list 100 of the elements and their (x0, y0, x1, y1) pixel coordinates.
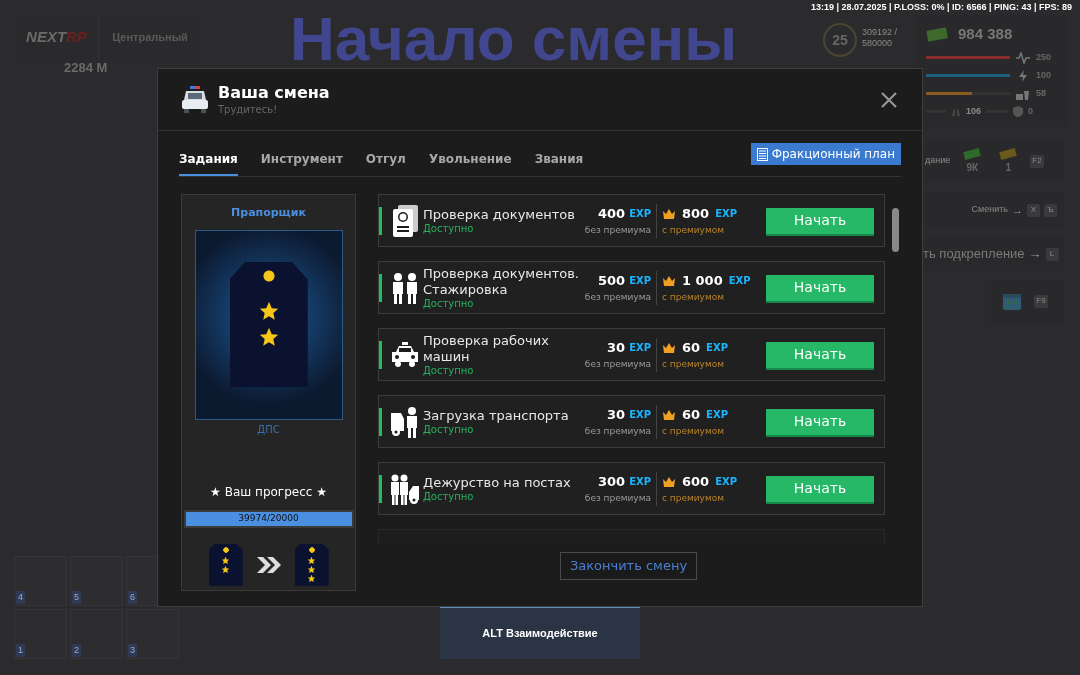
crown-icon (662, 475, 676, 488)
shield-icon (1013, 106, 1024, 117)
arrow-icon: → (1028, 244, 1042, 264)
exp-value: 300 (598, 473, 626, 491)
exp-tag: EXP (715, 206, 737, 222)
tab[interactable]: Звания (534, 143, 584, 176)
exp-tag: EXP (706, 340, 728, 356)
premium-exp-value: 1 000 (682, 272, 723, 290)
stat-value: 100 (1036, 68, 1052, 82)
premium-note: с премиумом (662, 290, 724, 304)
crown-icon (662, 207, 676, 220)
task-title: Загрузка транспорта (423, 408, 570, 424)
officer-with-car-icon (390, 404, 420, 439)
scrollbar-thumb[interactable] (892, 208, 899, 252)
faction-plan-button[interactable]: Фракционный план (750, 143, 901, 165)
premium-exp-value: 800 (682, 205, 710, 223)
interaction-bar: ALT Взаимодействие (440, 604, 640, 659)
progress-text: 39974/20000 (237, 511, 300, 525)
finish-shift-button[interactable]: Закончить смену (559, 552, 698, 580)
division-label: ДПС (257, 422, 280, 437)
exp-note: без премиума (584, 357, 651, 371)
switch-label: Сменить (971, 203, 1008, 217)
exp-tag: EXP (715, 474, 737, 490)
cash-icon (926, 26, 948, 43)
exp-value: 500 (598, 272, 626, 290)
key-hint: Ъ (1044, 203, 1057, 217)
hotbar-slot[interactable]: 5 (70, 556, 123, 606)
pulse-icon (1016, 51, 1030, 64)
premium-exp-value: 60 (682, 339, 701, 357)
tab[interactable]: Увольнение (428, 143, 512, 176)
premium-note: с премиумом (662, 357, 724, 371)
distance-label: 2284 М (64, 59, 108, 77)
lungs-icon (951, 106, 961, 117)
logo: NEXTRP (26, 27, 87, 48)
task-title: Проверка рабочих машин (423, 333, 550, 365)
exp-tag: EXP (706, 407, 728, 423)
task-status: Доступно (423, 491, 475, 502)
key-hint: F2 (1030, 154, 1044, 168)
premium-exp-value: 60 (682, 406, 701, 424)
star-icon (307, 573, 316, 583)
key-hint: X (1027, 203, 1040, 217)
document-icon (756, 147, 768, 161)
hotbar-slot[interactable]: 3 (126, 609, 179, 659)
officers-icon (390, 270, 420, 305)
passport-icon (390, 203, 420, 238)
rank-title: Прапорщик (231, 205, 306, 221)
premium-exp-value: 600 (682, 473, 710, 491)
tab[interactable]: Отгул (365, 143, 406, 176)
exp-value: 30 (607, 339, 626, 357)
cash-icon (963, 147, 982, 160)
level-ring: 25 (823, 23, 857, 57)
exp-tag: EXP (629, 273, 651, 289)
police-car-icon (180, 84, 210, 115)
exp-note: без премиума (584, 491, 651, 505)
exp-tag: EXP (629, 206, 651, 222)
exp-note: без премиума (584, 424, 651, 438)
task-status: Доступно (423, 298, 475, 309)
exp-value: 400 (598, 205, 626, 223)
dialog-subtitle: Трудитесь! (218, 102, 279, 117)
crown-icon (662, 274, 676, 287)
star-icon (307, 564, 316, 574)
task-status: Доступно (423, 424, 475, 435)
task-status: Доступно (423, 223, 475, 234)
tab[interactable]: Задания (179, 143, 238, 176)
exp-tag: EXP (728, 273, 751, 289)
exp-tag: EXP (629, 407, 651, 423)
task-title: Дежурство на постах (423, 475, 572, 491)
stat-value: 106 (966, 104, 982, 118)
stat-value: 58 (1036, 86, 1046, 100)
banner-title: Начало смены (290, 3, 738, 75)
side-label: дание (925, 154, 951, 168)
star-icon (221, 555, 230, 565)
progress-label: ★ Ваш прогресс ★ (210, 483, 327, 501)
lightning-icon (1017, 69, 1029, 82)
cash-icon (999, 147, 1018, 160)
calendar-icon (1002, 291, 1023, 311)
crown-icon (662, 408, 676, 421)
exp-tag: EXP (629, 474, 651, 490)
exp-note: без премиума (584, 223, 651, 237)
stat-value: 250 (1036, 50, 1052, 64)
status-line: 13:19 | 28.07.2025 | P.LOSS: 0% | ID: 6566 | PING: 43 | FPS: 89 (810, 1, 1072, 14)
star-icon (307, 555, 316, 565)
crown-icon (662, 341, 676, 354)
premium-note: с премиумом (662, 223, 724, 237)
hotbar-slot[interactable]: 1 (14, 609, 67, 659)
key-hint: F9 (1034, 294, 1048, 308)
exp-note: без премиума (584, 290, 651, 304)
tab[interactable]: Инструмент (260, 143, 343, 176)
cash-value: 1 (1005, 160, 1012, 175)
task-title: Проверка документов (423, 207, 576, 223)
hotbar-slot[interactable]: 4 (14, 556, 67, 606)
hotbar-slot[interactable]: 2 (70, 609, 123, 659)
xp-label: 309192 / 580000 (862, 27, 899, 49)
cash-value: 9К (966, 160, 979, 175)
exp-value: 30 (607, 406, 626, 424)
money-value: 984 388 (958, 24, 1013, 44)
arrow-icon: → (1012, 201, 1023, 219)
exp-tag: EXP (629, 340, 651, 356)
task-status: Доступно (423, 365, 475, 376)
dialog-title: Ваша смена (218, 82, 330, 102)
